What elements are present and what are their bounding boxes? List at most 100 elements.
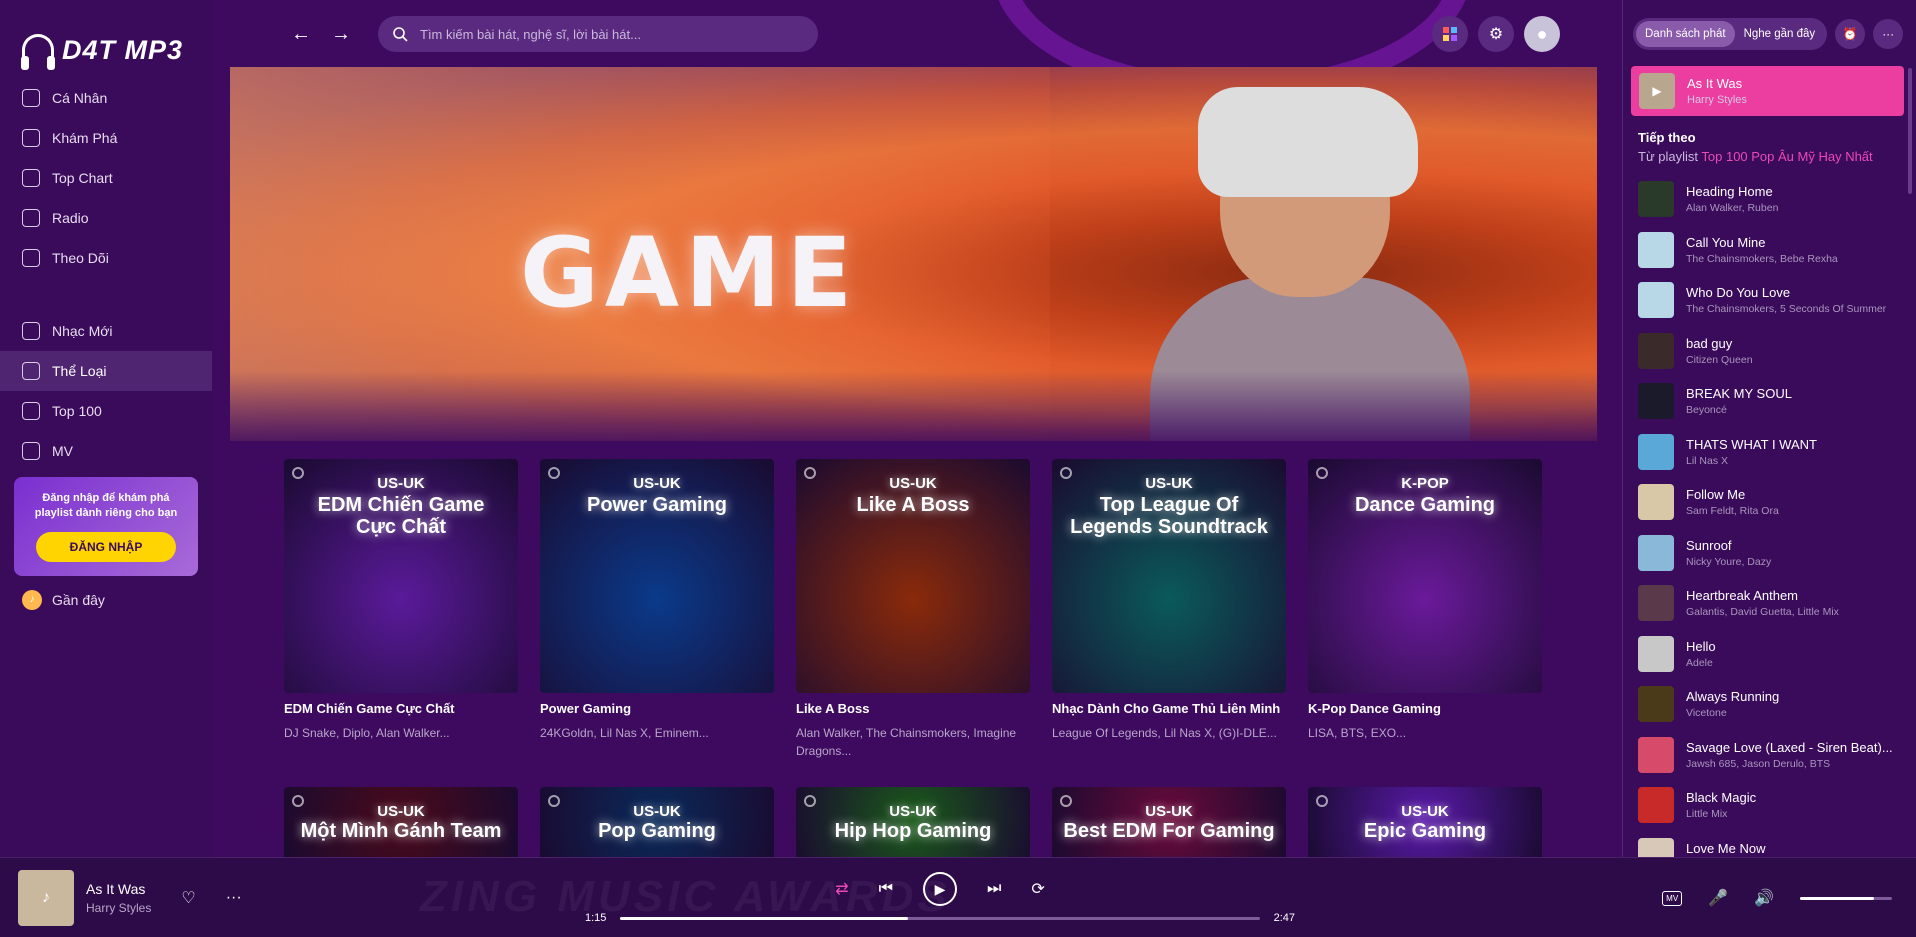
previous-icon[interactable]: ⏮ (879, 880, 893, 898)
sidebar-item[interactable]: Radio (0, 198, 212, 238)
sidebar-item[interactable]: Theo Dõi (0, 238, 212, 278)
queue-item[interactable]: Savage Love (Laxed - Siren Beat)... Jawsh… (1638, 730, 1916, 781)
song-thumbnail[interactable] (1638, 433, 1674, 470)
queue-item[interactable]: Black Magic Little Mix (1638, 780, 1916, 831)
sidebar-item[interactable]: Khám Phá (0, 118, 212, 158)
queue-item[interactable]: Call You Mine The Chainsmokers, Bebe Rexh… (1638, 225, 1916, 276)
playlist-card[interactable]: K-POP Dance Gaming K-Pop Dance Gaming LISA,… (1308, 459, 1542, 760)
playlist-cover[interactable]: US-UK Hip Hop Gaming (796, 787, 1030, 857)
volume-icon[interactable]: 🔊 (1754, 888, 1774, 908)
song-thumbnail[interactable] (1638, 181, 1674, 218)
back-arrow-icon[interactable]: ← (286, 23, 316, 46)
playlist-title[interactable]: Like A Boss (796, 701, 1030, 716)
queue-panel: Danh sách phát Nghe gần đây ⏰ ··· ▶ As I… (1622, 0, 1916, 874)
song-thumbnail[interactable] (1638, 484, 1674, 521)
queue-item[interactable]: BREAK MY SOUL Beyoncé (1638, 376, 1916, 427)
queue-item[interactable]: Follow Me Sam Feldt, Rita Ora (1638, 477, 1916, 528)
cover-tag: K-POP (1401, 475, 1449, 492)
progress-bar[interactable] (620, 916, 1260, 920)
logo[interactable]: D4T MP3 (0, 0, 212, 78)
song-thumbnail[interactable] (1638, 534, 1674, 571)
song-thumbnail[interactable] (1638, 787, 1674, 824)
tab-playlist[interactable]: Danh sách phát (1636, 21, 1735, 47)
time-total: 2:47 (1273, 912, 1295, 924)
queue-item[interactable]: Who Do You Love The Chainsmokers, 5 Secon… (1638, 275, 1916, 326)
playlist-card[interactable]: US-UK Like A Boss Like A Boss Alan Walker, … (796, 459, 1030, 760)
scrollbar[interactable] (1908, 68, 1912, 194)
tab-recent[interactable]: Nghe gần đây (1735, 21, 1825, 47)
playlist-cover[interactable]: US-UK Top League Of Legends Soundtrack (1052, 459, 1286, 693)
forward-arrow-icon[interactable]: → (326, 23, 356, 46)
song-thumbnail[interactable] (1638, 736, 1674, 773)
song-thumbnail[interactable] (1638, 383, 1674, 420)
song-thumbnail[interactable] (1638, 686, 1674, 723)
volume-slider[interactable] (1800, 896, 1892, 900)
heart-icon[interactable]: ♡ (181, 888, 195, 908)
now-playing-item[interactable]: ▶ As It Was Harry Styles (1631, 66, 1904, 116)
theme-icon[interactable] (1432, 16, 1468, 52)
sidebar-item[interactable]: MV (0, 431, 212, 471)
song-thumbnail[interactable] (1638, 585, 1674, 622)
queue-item[interactable]: Heading Home Alan Walker, Ruben (1638, 174, 1916, 225)
repeat-icon[interactable]: ⟳ (1031, 879, 1044, 899)
sidebar-item-recent[interactable]: ♪ Gần đây (0, 576, 212, 610)
playlist-cover[interactable]: US-UK Epic Gaming (1308, 787, 1542, 857)
more-icon[interactable]: ··· (1873, 19, 1904, 49)
queue-item[interactable]: Sunroof Nicky Youre, Dazy (1638, 528, 1916, 579)
now-title: As It Was (1687, 76, 1743, 91)
song-title: Who Do You Love (1686, 285, 1791, 301)
login-button[interactable]: ĐĂNG NHẬP (35, 531, 177, 562)
song-thumbnail[interactable] (1638, 635, 1674, 672)
gear-icon[interactable]: ⚙ (1478, 16, 1514, 52)
queue-item[interactable]: Always Running Vicetone (1638, 679, 1916, 730)
sidebar-item[interactable]: Cá Nhân (0, 78, 212, 118)
queue-item[interactable]: THATS WHAT I WANT Lil Nas X (1638, 427, 1916, 478)
playlist-cover[interactable]: US-UK Pop Gaming (540, 787, 774, 857)
now-artist: Harry Styles (1687, 94, 1747, 106)
playlist-cover[interactable]: US-UK Một Mình Gánh Team (284, 787, 518, 857)
song-artist: Citizen Queen (1686, 353, 1753, 366)
alarm-icon[interactable]: ⏰ (1835, 19, 1866, 49)
song-thumbnail[interactable] (1638, 282, 1674, 319)
song-artist: Galantis, David Guetta, Little Mix (1686, 606, 1839, 619)
song-title: Heartbreak Anthem (1686, 588, 1799, 604)
cover-title: Like A Boss (856, 494, 970, 516)
playlist-title[interactable]: EDM Chiến Game Cực Chất (284, 701, 518, 716)
playlist-cover[interactable]: K-POP Dance Gaming (1308, 459, 1542, 693)
player-thumbnail[interactable]: ♪ (18, 870, 74, 926)
song-title: Sunroof (1686, 537, 1732, 553)
next-icon[interactable]: ⏭ (987, 880, 1001, 898)
playlist-card[interactable]: US-UK EDM Chiến Game Cực Chất EDM Chiến Ga… (284, 459, 518, 760)
sidebar-item[interactable]: Top 100 (0, 391, 212, 431)
mv-icon[interactable]: MV (1662, 890, 1683, 906)
shuffle-icon[interactable]: ⇄ (835, 879, 848, 899)
sidebar-item[interactable]: Thể Loại (0, 351, 212, 391)
playlist-title[interactable]: K-Pop Dance Gaming (1308, 701, 1542, 716)
queue-item[interactable]: bad guy Citizen Queen (1638, 326, 1916, 377)
more-icon[interactable]: ··· (226, 889, 242, 907)
playlist-card[interactable]: US-UK Power Gaming Power Gaming 24KGoldn, L… (540, 459, 774, 760)
cover-title: EDM Chiến Game Cực Chất (317, 494, 485, 538)
search-input[interactable] (420, 26, 800, 42)
queue-item[interactable]: Heartbreak Anthem Galantis, David Guetta,… (1638, 578, 1916, 629)
avatar[interactable]: ● (1524, 16, 1560, 52)
cover-title: Dance Gaming (1354, 494, 1496, 516)
playlist-cover[interactable]: US-UK EDM Chiến Game Cực Chất (284, 459, 518, 693)
playlist-title[interactable]: Nhạc Dành Cho Game Thủ Liên Minh (1052, 701, 1286, 716)
play-button[interactable]: ▶ (923, 872, 957, 906)
from-playlist-link[interactable]: Top 100 Pop Âu Mỹ Hay Nhất (1701, 149, 1872, 164)
playlist-cover[interactable]: US-UK Power Gaming (540, 459, 774, 693)
player-title[interactable]: As It Was (86, 881, 151, 897)
playlist-title[interactable]: Power Gaming (540, 701, 774, 716)
song-thumbnail[interactable] (1638, 231, 1674, 268)
playlist-cover[interactable]: US-UK Best EDM For Gaming (1052, 787, 1286, 857)
microphone-icon[interactable]: 🎤 (1708, 888, 1728, 908)
sidebar-item[interactable]: Top Chart (0, 158, 212, 198)
song-thumbnail[interactable] (1638, 332, 1674, 369)
sidebar-item[interactable]: Nhạc Mới (0, 311, 212, 351)
queue-item[interactable]: Hello Adele (1638, 629, 1916, 680)
search-box[interactable] (378, 16, 818, 52)
player-artist[interactable]: Harry Styles (86, 901, 151, 915)
playlist-card[interactable]: US-UK Top League Of Legends Soundtrack Nhạ… (1052, 459, 1286, 760)
playlist-cover[interactable]: US-UK Like A Boss (796, 459, 1030, 693)
